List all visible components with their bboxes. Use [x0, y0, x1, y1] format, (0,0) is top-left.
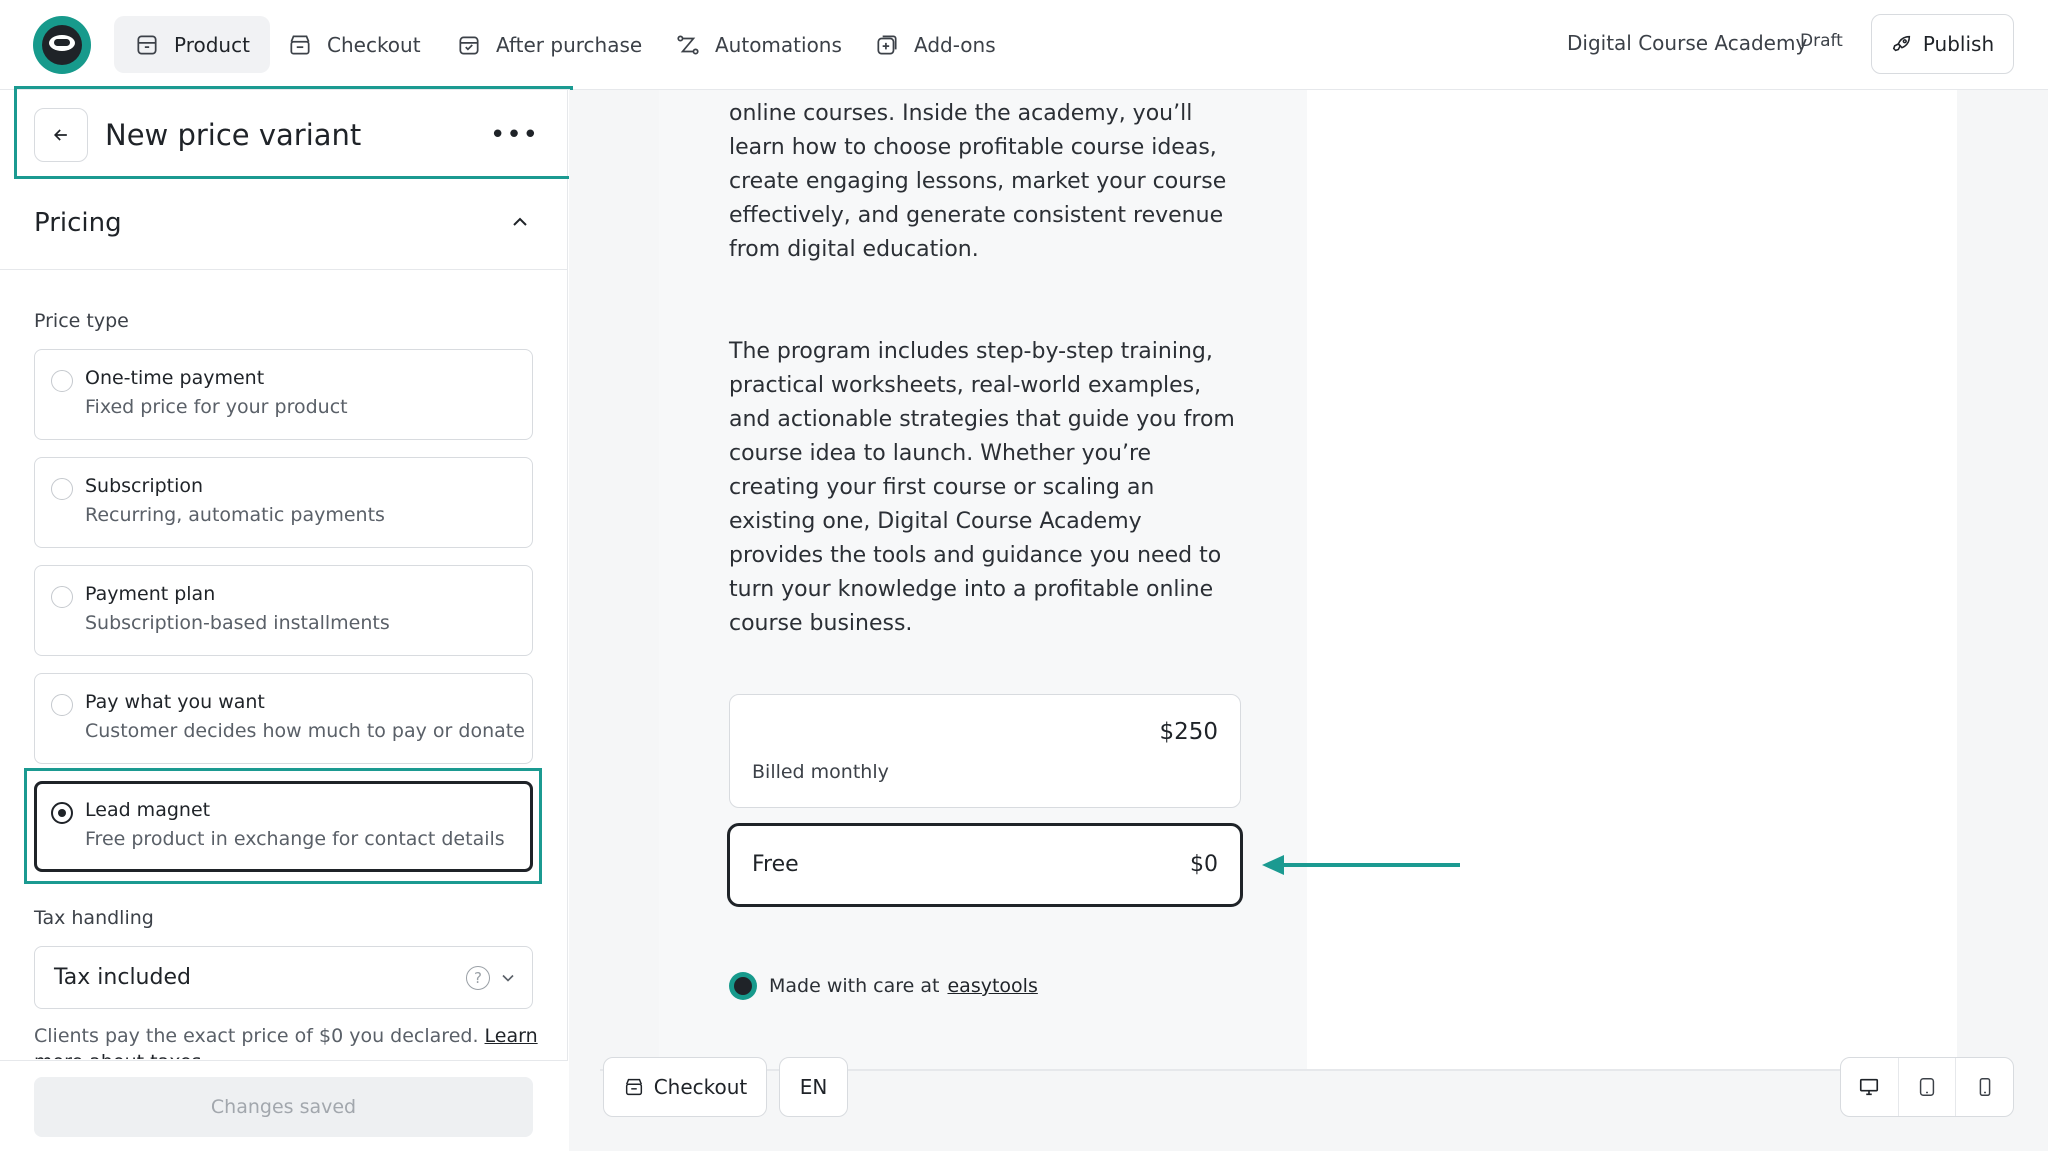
help-icon[interactable]: ?	[466, 966, 490, 990]
description-paragraph: The program includes step-by-step traini…	[729, 339, 1235, 636]
checkout-icon	[625, 1078, 642, 1096]
option-description: Subscription-based installments	[85, 612, 390, 634]
radio-pay-what-you-want[interactable]	[51, 694, 73, 716]
tablet-icon	[1919, 1078, 1935, 1096]
option-one-time-payment[interactable]: One-time payment Fixed price for your pr…	[34, 349, 533, 440]
device-switcher	[1840, 1057, 2014, 1117]
description-paragraph: online courses. Inside the academy, you’…	[729, 101, 1227, 262]
nav-product-label: Product	[174, 32, 250, 57]
price-variant-card[interactable]: $250 Billed monthly	[729, 694, 1241, 808]
tax-help-text: Clients pay the exact price of $0 you de…	[34, 1023, 554, 1059]
tax-handling-select[interactable]: Tax included ?	[34, 946, 533, 1009]
course-name: Digital Course Academy	[1567, 31, 1808, 55]
chevron-up-icon[interactable]	[508, 210, 532, 234]
nav-product[interactable]: Product	[114, 16, 270, 73]
option-subscription[interactable]: Subscription Recurring, automatic paymen…	[34, 457, 533, 548]
tablet-view-button[interactable]	[1899, 1058, 1957, 1116]
option-title: Subscription	[85, 475, 204, 497]
mobile-view-button[interactable]	[1956, 1058, 2013, 1116]
language-label: EN	[799, 1075, 828, 1099]
option-description: Free product in exchange for contact det…	[85, 828, 505, 850]
option-title: One-time payment	[85, 367, 265, 389]
changes-saved-button: Changes saved	[34, 1077, 533, 1137]
made-with-footer: Made with care at easytools	[729, 972, 1038, 1000]
option-description: Customer decides how much to pay or dona…	[85, 720, 525, 742]
after-purchase-icon	[459, 36, 479, 55]
option-description: Recurring, automatic payments	[85, 504, 385, 526]
back-button[interactable]	[34, 108, 88, 162]
top-bar: Product Checkout After purchase Automati…	[0, 0, 2048, 90]
variant-title: New price variant	[105, 118, 362, 152]
nav-after-purchase[interactable]: After purchase	[436, 16, 662, 73]
option-title: Pay what you want	[85, 691, 265, 713]
radio-one-time-payment[interactable]	[51, 370, 73, 392]
nav-automations-label: Automations	[715, 32, 842, 57]
automations-icon	[677, 34, 699, 55]
easytools-mini-logo	[729, 972, 757, 1000]
nav-add-ons[interactable]: Add-ons	[854, 16, 1016, 73]
option-description: Fixed price for your product	[85, 396, 348, 418]
free-variant-card[interactable]: Free $0	[727, 823, 1243, 907]
price-amount: $250	[1159, 719, 1218, 745]
checkout-preview-button[interactable]: Checkout	[603, 1057, 767, 1117]
option-title: Payment plan	[85, 583, 216, 605]
nav-automations[interactable]: Automations	[655, 16, 862, 73]
mobile-icon	[1979, 1078, 1990, 1096]
checkout-preview-label: Checkout	[653, 1075, 748, 1099]
tax-help-sentence: Clients pay the exact price of $0 you de…	[34, 1025, 479, 1047]
publish-label: Publish	[1922, 32, 1995, 56]
nav-add-ons-label: Add-ons	[914, 32, 996, 57]
nav-after-purchase-label: After purchase	[496, 32, 643, 57]
price-type-label: Price type	[34, 310, 129, 332]
billing-period: Billed monthly	[752, 761, 889, 783]
easytools-link[interactable]: easytools	[947, 975, 1037, 997]
changes-saved-label: Changes saved	[210, 1096, 357, 1118]
status-badge: Draft	[1800, 31, 1843, 51]
publish-button[interactable]: Publish	[1871, 14, 2014, 74]
tax-handling-value: Tax included	[54, 965, 191, 990]
checkout-icon	[290, 34, 310, 55]
tax-handling-label: Tax handling	[34, 907, 154, 929]
rocket-icon	[1892, 35, 1910, 52]
made-with-text: Made with care at	[769, 975, 940, 997]
more-options-icon[interactable]: •••	[490, 120, 539, 150]
variant-name: Free	[752, 852, 799, 877]
radio-lead-magnet[interactable]	[51, 802, 73, 824]
nav-checkout[interactable]: Checkout	[267, 16, 441, 73]
product-box-icon	[137, 34, 157, 55]
nav-checkout-label: Checkout	[327, 32, 421, 57]
option-title: Lead magnet	[85, 799, 211, 821]
variant-price: $0	[1190, 852, 1218, 877]
radio-subscription[interactable]	[51, 478, 73, 500]
option-payment-plan[interactable]: Payment plan Subscription-based installm…	[34, 565, 533, 656]
desktop-view-button[interactable]	[1841, 1058, 1899, 1116]
desktop-icon	[1860, 1078, 1879, 1096]
arrow-left-icon	[53, 129, 67, 141]
radio-payment-plan[interactable]	[51, 586, 73, 608]
option-lead-magnet[interactable]: Lead magnet Free product in exchange for…	[34, 781, 533, 872]
easytools-logo[interactable]	[33, 16, 91, 74]
language-button[interactable]: EN	[779, 1057, 848, 1117]
option-pay-what-you-want[interactable]: Pay what you want Customer decides how m…	[34, 673, 533, 764]
chevron-down-icon	[502, 974, 514, 982]
arrow-left-annotation-icon	[1262, 855, 1460, 875]
add-ons-icon	[877, 34, 897, 55]
pricing-section-title: Pricing	[34, 208, 122, 238]
